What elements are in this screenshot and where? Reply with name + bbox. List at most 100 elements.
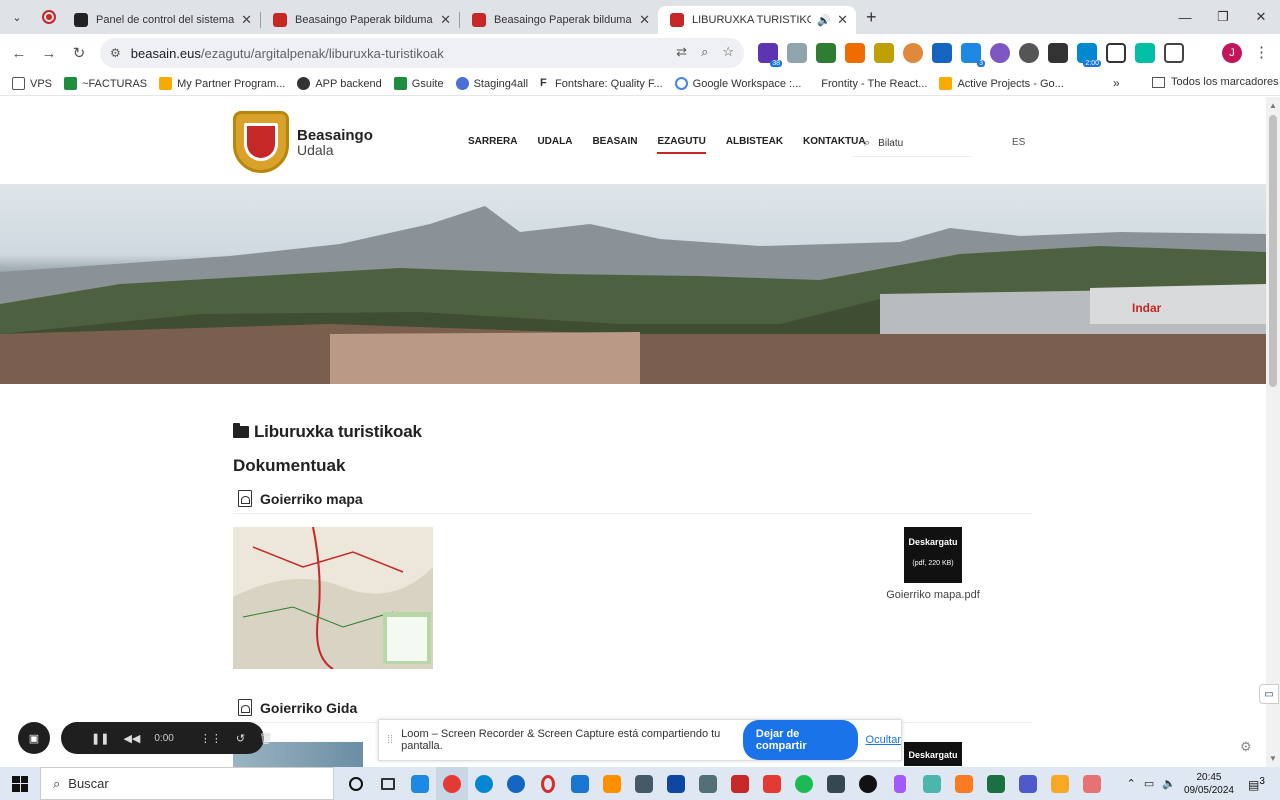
drag-handle-icon[interactable]: ⁞⁞ [387, 734, 393, 746]
address-bar[interactable]: ⚙ beasain.eus/ezagutu/argitalpenak/libur… [100, 38, 744, 68]
cookie-extension-icon[interactable] [903, 43, 923, 63]
page-scrollbar[interactable]: ▲ ▼ [1266, 97, 1280, 767]
forward-button[interactable]: → [34, 45, 64, 62]
back-button[interactable]: ← [4, 45, 34, 62]
vscode-icon[interactable] [564, 767, 596, 800]
app-icon[interactable] [1076, 767, 1108, 800]
bookmark-item[interactable]: Frontity - The React... [821, 78, 927, 90]
tab-search-button[interactable]: ⌄ [4, 4, 30, 30]
loom-grid-icon[interactable]: ⋮⋮ [200, 732, 222, 745]
hide-link[interactable]: Ocultar [866, 734, 901, 746]
extension-icon[interactable] [1048, 43, 1068, 63]
browser-tab-2[interactable]: Beasaingo Paperak bilduma - B ✕ [261, 6, 459, 34]
spotify-icon[interactable] [788, 767, 820, 800]
firefox-icon[interactable] [500, 767, 532, 800]
app-icon[interactable] [692, 767, 724, 800]
photoshop-icon[interactable] [660, 767, 692, 800]
extension-icon[interactable]: 3 [961, 43, 985, 67]
minimize-button[interactable]: — [1166, 0, 1204, 34]
scroll-up-icon[interactable]: ▲ [1269, 101, 1277, 110]
browser-tab-4-active[interactable]: LIBURUXKA TURISTIKOAK 🔊 ✕ [658, 6, 856, 34]
extension-icon[interactable]: 2:00 [1077, 43, 1101, 67]
illustrator-icon[interactable] [596, 767, 628, 800]
scrollbar-thumb[interactable] [1269, 115, 1277, 387]
network-icon[interactable]: ▭ [1144, 777, 1154, 790]
loom-pause-icon[interactable]: ❚❚ [91, 732, 109, 745]
bookmark-item[interactable]: Google Workspace :... [674, 77, 801, 90]
code-extension-icon[interactable] [845, 43, 865, 63]
app-icon[interactable] [628, 767, 660, 800]
bookmark-item[interactable]: My Partner Program... [159, 77, 285, 90]
new-tab-button[interactable]: + [866, 7, 877, 28]
download-extension-icon[interactable] [816, 43, 836, 63]
cortana-icon[interactable] [340, 767, 372, 800]
nav-beasain[interactable]: BEASAIN [592, 136, 637, 154]
filezilla-icon[interactable] [724, 767, 756, 800]
scroll-down-icon[interactable]: ▼ [1269, 754, 1277, 763]
zoom-icon[interactable]: ⌕ [701, 44, 708, 60]
file-name[interactable]: Goierriko mapa.pdf [873, 589, 993, 601]
more-bookmarks-button[interactable]: » [1113, 76, 1120, 90]
loom-camera-icon[interactable]: ▣ [18, 722, 50, 754]
task-view-icon[interactable] [372, 767, 404, 800]
close-tab-icon[interactable]: ✕ [837, 12, 848, 28]
stop-sharing-button[interactable]: Dejar de compartir [742, 720, 858, 760]
language-switch[interactable]: ES [1012, 137, 1025, 148]
site-search[interactable]: ⌕ Bilatu [852, 131, 972, 157]
nav-albisteak[interactable]: ALBISTEAK [726, 136, 783, 154]
bookmark-item[interactable]: Active Projects - Go... [939, 77, 1064, 90]
download-button[interactable]: Deskargatu [904, 742, 962, 766]
nav-sarrera[interactable]: SARRERA [468, 136, 517, 154]
excel-icon[interactable] [980, 767, 1012, 800]
loom-restart-icon[interactable]: ↺ [236, 732, 245, 745]
calculator-icon[interactable] [820, 767, 852, 800]
close-tab-icon[interactable]: ✕ [639, 12, 650, 28]
edge-icon[interactable] [468, 767, 500, 800]
volume-icon[interactable]: 🔈 [1162, 777, 1176, 790]
bookmark-item[interactable]: F Fontshare: Quality F... [540, 77, 663, 90]
restore-button[interactable]: ❐ [1204, 0, 1242, 34]
bookmark-item[interactable]: Staging4all [455, 77, 528, 90]
translate-icon[interactable]: ⇄ [676, 44, 687, 60]
map-thumbnail-image[interactable] [233, 527, 433, 669]
search-input[interactable]: Bilatu [878, 138, 903, 149]
bookmark-item[interactable]: APP backend [297, 77, 382, 90]
nav-udala[interactable]: UDALA [537, 136, 572, 154]
settings-gear-icon[interactable]: ⚙ [1240, 739, 1252, 755]
speaker-icon[interactable]: 🔊 [817, 14, 831, 27]
close-tab-icon[interactable]: ✕ [241, 12, 252, 28]
browser-menu-icon[interactable]: ⋮ [1254, 43, 1269, 61]
site-logo[interactable]: Beasaingo Udala [233, 111, 373, 173]
start-button[interactable] [0, 767, 40, 800]
close-window-button[interactable]: ✕ [1242, 0, 1280, 34]
extension-icon[interactable] [990, 43, 1010, 63]
opera-icon[interactable] [532, 767, 564, 800]
extension-icon[interactable] [874, 43, 894, 63]
taskbar-search[interactable]: ⌕ Buscar [40, 767, 334, 800]
bookmark-item[interactable]: VPS [12, 77, 52, 90]
browser-tab-1[interactable]: Panel de control del sistema - B ✕ [62, 6, 260, 34]
teams-icon[interactable] [1012, 767, 1044, 800]
download-button[interactable]: Deskargatu (pdf, 220 KB) [904, 527, 962, 583]
clock[interactable]: 20:45 09/05/2024 [1184, 771, 1234, 797]
notifications-icon[interactable]: ▤3 [1248, 776, 1272, 792]
app-icon[interactable] [852, 767, 884, 800]
chrome-icon[interactable] [436, 767, 468, 800]
app-icon[interactable] [404, 767, 436, 800]
floating-chat-icon[interactable]: ▭ [1259, 684, 1279, 704]
bookmark-star-icon[interactable]: ☆ [722, 44, 734, 60]
nav-ezagutu[interactable]: EZAGUTU [657, 136, 706, 154]
file-explorer-icon[interactable] [1044, 767, 1076, 800]
extension-icon[interactable] [1106, 43, 1126, 63]
app-icon[interactable] [756, 767, 788, 800]
extensions-puzzle-icon[interactable] [1164, 43, 1184, 63]
loom-rewind-icon[interactable]: ◀◀ [123, 732, 140, 745]
all-bookmarks-button[interactable]: Todos los marcadores [1152, 76, 1279, 88]
extension-icon[interactable] [1135, 43, 1155, 63]
browser-tab-3[interactable]: Beasaingo Paperak bilduma - B ✕ [460, 6, 658, 34]
figma-icon[interactable] [884, 767, 916, 800]
reload-button[interactable]: ↻ [64, 44, 94, 62]
app-icon[interactable] [916, 767, 948, 800]
extension-icon[interactable] [932, 43, 952, 63]
profile-avatar[interactable]: J [1222, 43, 1242, 63]
